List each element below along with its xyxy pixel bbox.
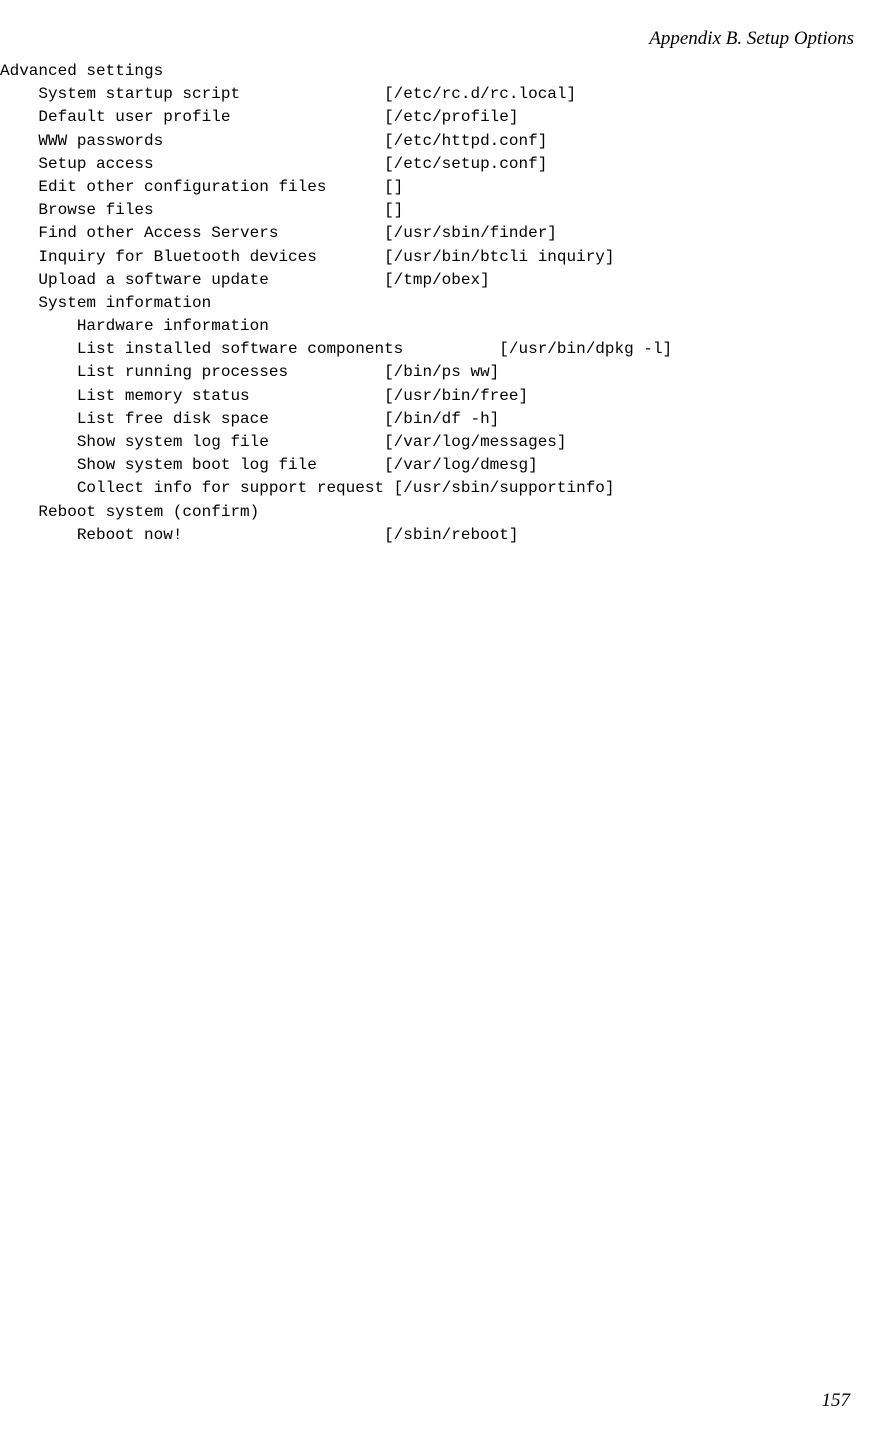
content-block: Advanced settings System startup script … [0, 60, 672, 547]
page-header: Appendix B. Setup Options [649, 28, 854, 50]
page-number: 157 [822, 1390, 851, 1412]
